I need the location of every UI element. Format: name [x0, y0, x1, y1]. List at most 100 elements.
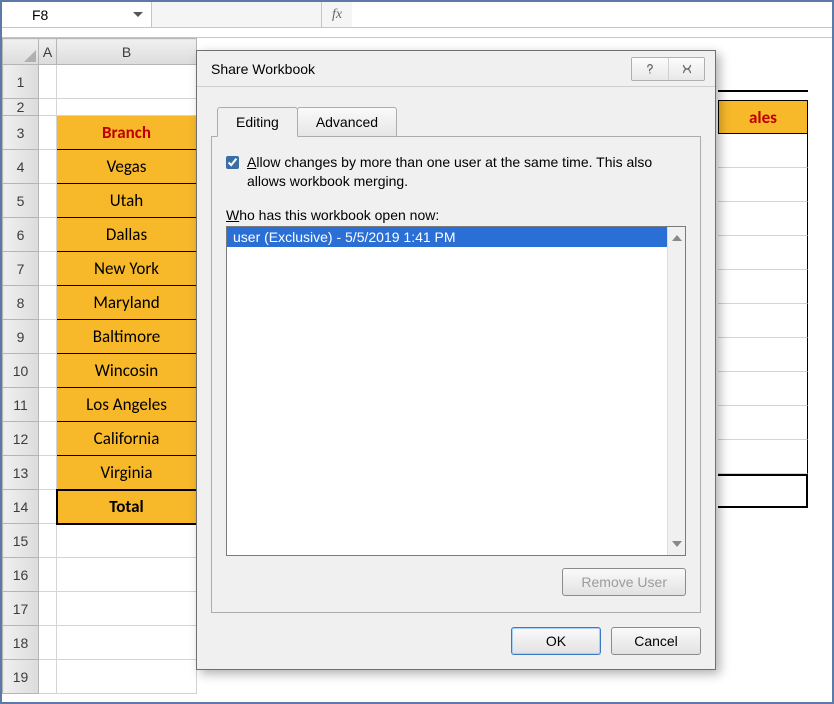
row-header[interactable]: 14 — [3, 490, 39, 524]
cell[interactable] — [39, 99, 57, 116]
cell[interactable] — [718, 440, 808, 474]
row-header[interactable]: 13 — [3, 456, 39, 490]
allow-changes-label: Allow changes by more than one user at t… — [247, 153, 686, 191]
cell[interactable] — [718, 236, 808, 270]
cell[interactable] — [57, 592, 197, 626]
row-header[interactable]: 15 — [3, 524, 39, 558]
row-header[interactable]: 7 — [3, 252, 39, 286]
row-header[interactable]: 12 — [3, 422, 39, 456]
cell[interactable] — [39, 320, 57, 354]
row-header[interactable]: 6 — [3, 218, 39, 252]
cell[interactable] — [718, 270, 808, 304]
cell[interactable] — [39, 218, 57, 252]
name-box-value: F8 — [32, 7, 48, 23]
cell-data[interactable]: Los Angeles — [57, 388, 197, 422]
row-header[interactable]: 16 — [3, 558, 39, 592]
cell[interactable] — [39, 558, 57, 592]
row-header[interactable]: 2 — [3, 99, 39, 116]
cell-data[interactable]: Wincosin — [57, 354, 197, 388]
cell-total[interactable]: Total — [57, 490, 197, 524]
cell[interactable] — [39, 65, 57, 99]
cell[interactable] — [39, 490, 57, 524]
select-all-corner[interactable] — [3, 39, 39, 65]
cell[interactable] — [39, 286, 57, 320]
divider — [718, 90, 808, 92]
row-header[interactable]: 9 — [3, 320, 39, 354]
cell-data[interactable]: Utah — [57, 184, 197, 218]
dialog-body: Editing Advanced Allow changes by more t… — [197, 87, 715, 627]
fx-icon[interactable]: fx — [322, 7, 352, 23]
cell-total-right[interactable] — [718, 474, 808, 508]
formula-input[interactable] — [352, 2, 832, 27]
cell[interactable] — [718, 168, 808, 202]
name-box[interactable]: F8 — [2, 2, 152, 27]
row-header[interactable]: 10 — [3, 354, 39, 388]
row-header[interactable]: 3 — [3, 116, 39, 150]
cell[interactable] — [57, 99, 197, 116]
user-list-inner[interactable]: user (Exclusive) - 5/5/2019 1:41 PM — [227, 227, 667, 555]
row-header[interactable]: 5 — [3, 184, 39, 218]
remove-user-row: Remove User — [226, 568, 686, 596]
cell[interactable] — [57, 558, 197, 592]
cell[interactable] — [39, 184, 57, 218]
cell[interactable] — [718, 134, 808, 168]
row-header[interactable]: 4 — [3, 150, 39, 184]
row-header[interactable]: 11 — [3, 388, 39, 422]
close-button[interactable] — [668, 58, 704, 80]
chevron-down-icon[interactable] — [133, 12, 143, 17]
cancel-button[interactable]: Cancel — [611, 627, 701, 655]
dialog-titlebar[interactable]: Share Workbook — [197, 51, 715, 87]
cell[interactable] — [39, 592, 57, 626]
cell-data[interactable]: Virginia — [57, 456, 197, 490]
cell[interactable] — [39, 388, 57, 422]
row-header[interactable]: 19 — [3, 660, 39, 694]
grid-table: A B 1 2 3 Branch 4 Vegas 5 Utah 6 Dallas 7 Ne… — [2, 38, 198, 694]
row-header[interactable]: 17 — [3, 592, 39, 626]
cell[interactable] — [718, 304, 808, 338]
cell-data[interactable]: Baltimore — [57, 320, 197, 354]
column-header-b[interactable]: B — [57, 39, 197, 65]
cell[interactable] — [718, 372, 808, 406]
scroll-down-icon[interactable] — [668, 535, 686, 553]
row-header[interactable]: 8 — [3, 286, 39, 320]
cell[interactable] — [39, 626, 57, 660]
cell-data[interactable]: California — [57, 422, 197, 456]
cell-sales-header-partial[interactable]: ales — [718, 100, 808, 134]
cell[interactable] — [57, 524, 197, 558]
cell-data[interactable]: Dallas — [57, 218, 197, 252]
cell-data[interactable]: New York — [57, 252, 197, 286]
cell[interactable] — [718, 202, 808, 236]
cell-branch-header[interactable]: Branch — [57, 116, 197, 150]
tab-editing[interactable]: Editing — [217, 107, 298, 137]
help-button[interactable] — [632, 58, 668, 80]
cell[interactable] — [718, 406, 808, 440]
cell[interactable] — [39, 150, 57, 184]
close-icon — [680, 62, 694, 76]
ok-button[interactable]: OK — [511, 627, 601, 655]
column-header-a[interactable]: A — [39, 39, 57, 65]
cell[interactable] — [718, 338, 808, 372]
row-header[interactable]: 1 — [3, 65, 39, 99]
scroll-up-icon[interactable] — [668, 229, 686, 247]
who-open-label: Who has this workbook open now: — [226, 207, 686, 223]
formula-bar: F8 fx — [2, 2, 832, 28]
cell[interactable] — [39, 354, 57, 388]
row-header[interactable]: 18 — [3, 626, 39, 660]
tab-advanced[interactable]: Advanced — [297, 107, 397, 137]
cell[interactable] — [57, 626, 197, 660]
cell[interactable] — [39, 252, 57, 286]
cell[interactable] — [39, 116, 57, 150]
user-list-item[interactable]: user (Exclusive) - 5/5/2019 1:41 PM — [227, 227, 667, 247]
cell-data[interactable]: Maryland — [57, 286, 197, 320]
remove-user-button[interactable]: Remove User — [562, 568, 686, 596]
cell[interactable] — [57, 65, 197, 99]
cell[interactable] — [39, 524, 57, 558]
cell[interactable] — [39, 456, 57, 490]
cell-data[interactable]: Vegas — [57, 150, 197, 184]
allow-changes-checkbox[interactable] — [226, 156, 239, 169]
cell[interactable] — [57, 660, 197, 694]
cell[interactable] — [39, 660, 57, 694]
scrollbar-vertical[interactable] — [667, 227, 685, 555]
cell[interactable] — [39, 422, 57, 456]
tab-strip: Editing Advanced — [217, 107, 701, 137]
